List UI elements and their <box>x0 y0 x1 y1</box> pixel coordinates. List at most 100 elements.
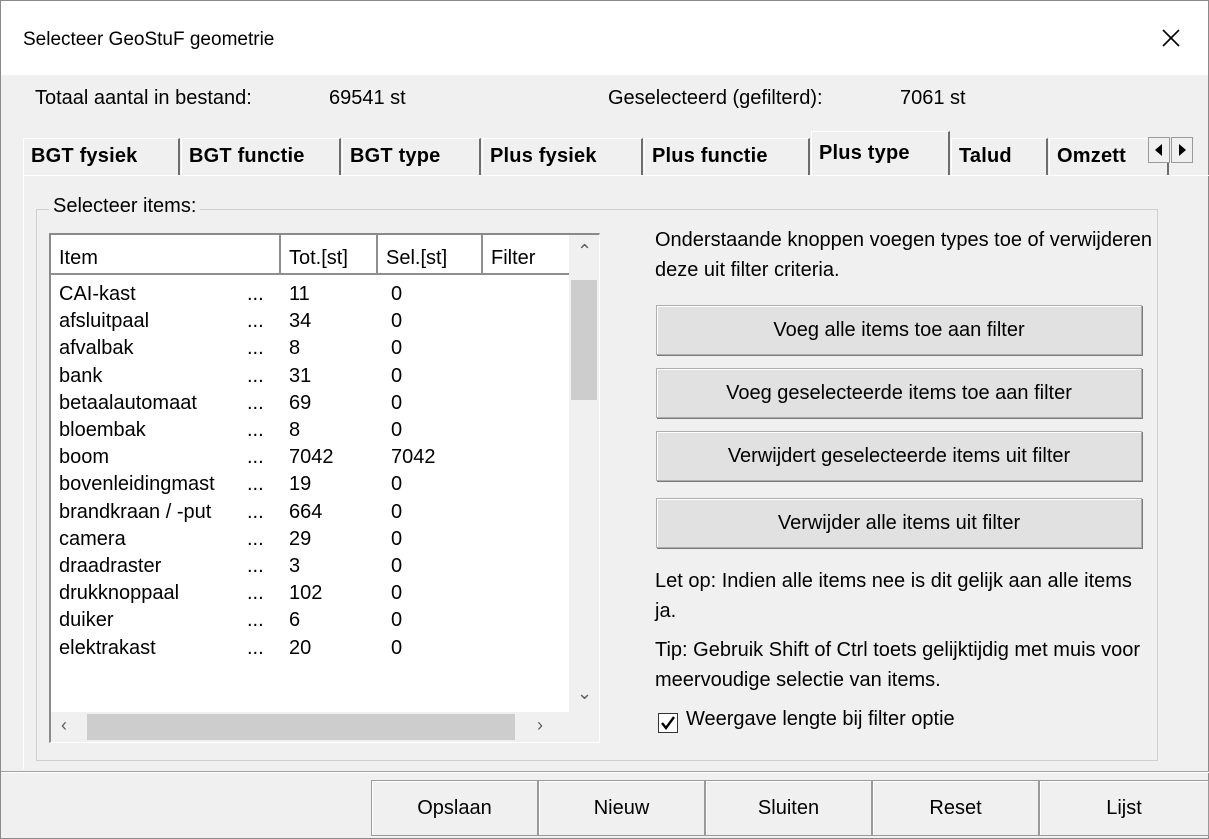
list-item-name: elektrakast <box>59 636 156 659</box>
list-item-total: 29 <box>289 527 312 550</box>
new-button[interactable]: Nieuw <box>538 780 705 836</box>
window-title: Selecteer GeoStuF geometrie <box>23 29 275 50</box>
list-item-name: CAI-kast <box>59 283 136 305</box>
footer-divider <box>1 771 1209 773</box>
list-item-selected: 7042 <box>391 446 436 469</box>
dialog-window: Selecteer GeoStuF geometrie Totaal aanta… <box>0 0 1209 839</box>
close-dialog-button[interactable]: Sluiten <box>705 780 872 836</box>
list-item-name: draadraster <box>59 555 162 577</box>
list-item[interactable]: bloembak... 8 0 <box>51 419 571 446</box>
list-item-ellipsis: ... <box>247 337 264 360</box>
tab-strip: BGT fysiek BGT functie BGT type Plus fys… <box>23 131 1209 175</box>
chevron-up-icon[interactable]: ⌃ <box>577 241 592 262</box>
list-item-selected: 0 <box>391 337 403 360</box>
tab-plus-type[interactable]: Plus type <box>811 131 950 175</box>
group-caption: Selecteer items: <box>49 195 201 218</box>
help-tip: Tip: Gebruik Shift of Ctrl toets gelijkt… <box>655 639 1140 691</box>
remove-all-items-button[interactable]: Verwijder alle items uit filter <box>656 498 1142 548</box>
list-item-ellipsis: ... <box>247 582 264 605</box>
column-header-total[interactable]: Tot.[st] <box>281 235 378 275</box>
list-item-total: 664 <box>289 500 323 523</box>
list-item-ellipsis: ... <box>247 310 264 333</box>
list-item[interactable]: betaalautomaat... 69 0 <box>51 392 571 419</box>
column-header-item[interactable]: Item <box>51 235 281 275</box>
list-item-name: betaalautomaat <box>59 391 197 414</box>
column-header-selected[interactable]: Sel.[st] <box>378 235 483 275</box>
list-item-total: 31 <box>289 364 312 387</box>
length-option-checkbox[interactable] <box>658 713 678 733</box>
list-item[interactable]: duiker... 6 0 <box>51 609 571 636</box>
list-item-ellipsis: ... <box>247 527 264 550</box>
vertical-scroll-thumb[interactable] <box>571 280 597 400</box>
list-item[interactable]: CAI-kast... 11 0 <box>51 283 571 310</box>
list-item-name: boom <box>59 446 110 469</box>
list-item-selected: 0 <box>391 283 403 305</box>
tab-bgt-functie[interactable]: BGT functie <box>181 138 341 175</box>
list-item[interactable]: draadraster... 3 0 <box>51 555 571 582</box>
help-intro: Onderstaande knoppen voegen types toe of… <box>655 229 1153 281</box>
list-item-ellipsis: ... <box>247 419 264 441</box>
list-item[interactable]: elektrakast... 20 0 <box>51 637 571 664</box>
list-item[interactable]: boom... 7042 7042 <box>51 446 571 473</box>
checkmark-icon <box>661 716 675 730</box>
list-horizontal-scrollbar[interactable]: ‹ › <box>51 712 599 742</box>
chevron-left-icon[interactable]: ‹ <box>61 715 67 736</box>
list-item-name: brandkraan / -put <box>59 500 212 523</box>
list-item-total: 6 <box>289 609 301 632</box>
list-item-ellipsis: ... <box>247 609 264 632</box>
close-button[interactable] <box>1134 1 1208 75</box>
items-list[interactable]: Item Tot.[st] Sel.[st] Filter CAI-kast..… <box>49 233 600 743</box>
add-selected-items-button[interactable]: Voeg geselecteerde items toe aan filter <box>656 368 1142 418</box>
list-item-selected: 0 <box>391 582 403 605</box>
help-note: Let op: Indien alle items nee is dit gel… <box>655 570 1132 622</box>
list-item-selected: 0 <box>391 419 403 441</box>
list-item[interactable]: bank... 31 0 <box>51 365 571 392</box>
list-vertical-scrollbar[interactable]: ⌃ ⌄ <box>569 235 599 713</box>
triangle-left-icon <box>1155 144 1162 156</box>
tab-scroll-left-button[interactable] <box>1148 137 1170 163</box>
list-item[interactable]: afsluitpaal... 34 0 <box>51 310 571 337</box>
selected-count-label: Geselecteerd (gefilterd): <box>608 87 823 109</box>
list-item-selected: 0 <box>391 364 403 387</box>
triangle-right-icon <box>1179 144 1186 156</box>
tab-bgt-type[interactable]: BGT type <box>342 138 481 175</box>
list-item[interactable]: afvalbak... 8 0 <box>51 337 571 364</box>
chevron-right-icon[interactable]: › <box>537 715 543 736</box>
tab-scroll-right-button[interactable] <box>1171 137 1193 163</box>
list-item-selected: 0 <box>391 609 403 632</box>
list-item[interactable]: bovenleidingmast... 19 0 <box>51 473 571 500</box>
tab-plus-fysiek[interactable]: Plus fysiek <box>482 138 643 175</box>
close-icon <box>1162 29 1180 47</box>
remove-selected-items-button[interactable]: Verwijdert geselecteerde items uit filte… <box>656 431 1142 481</box>
selected-count-value: 7061 st <box>900 87 966 109</box>
list-button[interactable]: Lijst <box>1039 780 1209 836</box>
reset-button[interactable]: Reset <box>872 780 1039 836</box>
list-item-ellipsis: ... <box>247 364 264 387</box>
list-item-ellipsis: ... <box>247 283 264 305</box>
total-count-label: Totaal aantal in bestand: <box>35 87 252 109</box>
list-item-name: camera <box>59 527 126 550</box>
list-item-ellipsis: ... <box>247 555 264 577</box>
list-item-name: afsluitpaal <box>59 310 150 333</box>
list-item-ellipsis: ... <box>247 391 264 414</box>
total-count-value: 69541 st <box>329 87 406 109</box>
list-item-name: bovenleidingmast <box>59 473 215 496</box>
list-item-total: 69 <box>289 391 312 414</box>
list-item-total: 19 <box>289 473 312 496</box>
tab-bgt-fysiek[interactable]: BGT fysiek <box>23 138 180 175</box>
list-item-total: 8 <box>289 337 301 360</box>
list-item[interactable]: camera... 29 0 <box>51 528 571 555</box>
horizontal-scroll-thumb[interactable] <box>87 714 515 740</box>
list-item-ellipsis: ... <box>247 500 264 523</box>
length-option-label: Weergave lengte bij filter optie <box>686 708 955 730</box>
list-item-name: afvalbak <box>59 337 134 360</box>
tab-plus-functie[interactable]: Plus functie <box>644 138 810 175</box>
tab-talud[interactable]: Talud <box>951 138 1048 175</box>
add-all-items-button[interactable]: Voeg alle items toe aan filter <box>656 305 1142 355</box>
list-item[interactable]: brandkraan / -put... 664 0 <box>51 501 571 528</box>
column-header-filter[interactable]: Filter <box>483 235 571 275</box>
list-item[interactable]: drukknoppaal... 102 0 <box>51 582 571 609</box>
chevron-down-icon[interactable]: ⌄ <box>577 683 592 704</box>
list-item-ellipsis: ... <box>247 446 264 469</box>
save-button[interactable]: Opslaan <box>371 780 538 836</box>
